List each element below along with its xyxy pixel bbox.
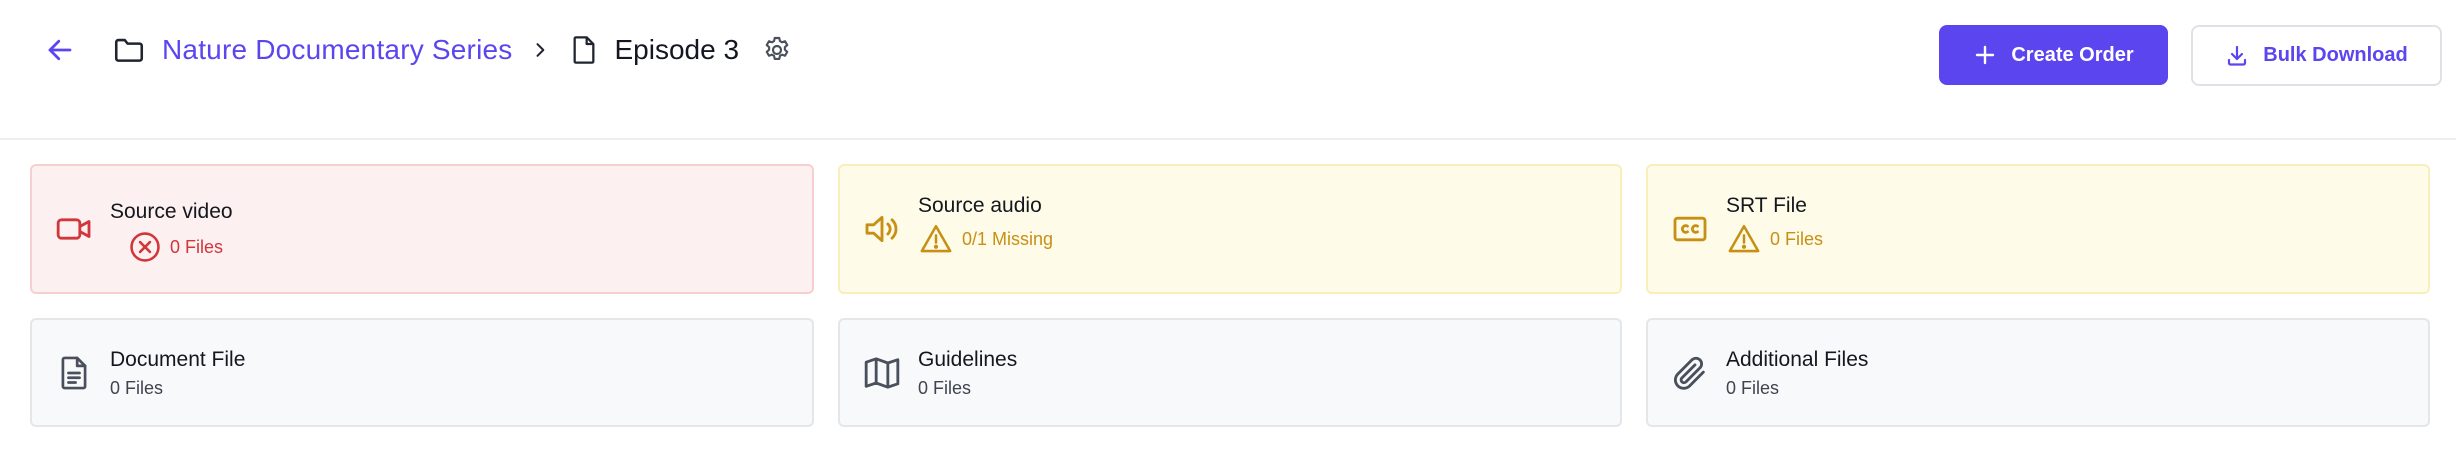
paperclip-icon: [1670, 353, 1710, 393]
download-icon: [2228, 45, 2247, 66]
warning-triangle-icon: [920, 224, 952, 253]
plus-icon: [1976, 45, 1995, 65]
breadcrumb-separator: [530, 40, 550, 60]
arrow-left-icon: [48, 39, 72, 61]
breadcrumb-current-label: Episode 3: [614, 34, 740, 65]
breadcrumb-folder-link[interactable]: Nature Documentary Series: [112, 33, 512, 67]
card-status: 0/1 Missing: [918, 222, 1053, 256]
gear-icon: [765, 36, 789, 60]
card-title: Source video: [110, 200, 233, 223]
card-title: Guidelines: [918, 348, 1018, 371]
card-title: SRT File: [1726, 194, 1807, 217]
document-icon: [54, 353, 94, 393]
card-source-audio[interactable]: Source audio 0/1 Missing: [838, 164, 1622, 294]
warning-triangle-icon: [1728, 224, 1760, 253]
file-icon: [574, 36, 595, 64]
speaker-icon: [862, 209, 902, 249]
card-title: Document File: [110, 348, 246, 371]
breadcrumb: Nature Documentary Series Episode 3: [112, 26, 793, 74]
card-status-label: 0 Files: [170, 236, 224, 257]
card-status: 0 Files: [128, 230, 223, 264]
card-status: 0 Files: [110, 378, 164, 398]
card-document-file[interactable]: Document File 0 Files: [30, 318, 814, 427]
x-circle-icon: [130, 232, 160, 262]
video-camera-icon: [54, 209, 94, 249]
folder-icon: [114, 38, 144, 62]
card-status-label: 0 Files: [1770, 228, 1824, 249]
back-button[interactable]: [40, 30, 80, 70]
card-status: 0 Files: [918, 378, 972, 398]
create-order-label: Create Order: [2011, 43, 2134, 66]
page-header: Nature Documentary Series Episode 3 Crea…: [0, 0, 2456, 140]
map-icon: [862, 353, 902, 393]
breadcrumb-current: Episode 3: [568, 32, 739, 68]
create-order-button[interactable]: Create Order: [1939, 25, 2168, 85]
bulk-download-label: Bulk Download: [2263, 44, 2408, 66]
card-status-label: 0/1 Missing: [962, 228, 1054, 249]
card-title: Additional Files: [1726, 348, 1869, 371]
card-status: 0 Files: [1726, 222, 1823, 256]
card-title: Source audio: [918, 194, 1042, 217]
chevron-right-icon: [536, 43, 545, 57]
card-additional-files[interactable]: Additional Files 0 Files: [1646, 318, 2430, 427]
card-guidelines[interactable]: Guidelines 0 Files: [838, 318, 1622, 427]
breadcrumb-folder-label[interactable]: Nature Documentary Series: [162, 34, 512, 66]
card-status: 0 Files: [1726, 378, 1780, 398]
card-srt-file[interactable]: SRT File 0 Files: [1646, 164, 2430, 294]
closed-captions-icon: [1670, 209, 1710, 249]
settings-button[interactable]: [761, 34, 793, 66]
card-source-video[interactable]: Source video 0 Files: [30, 164, 814, 294]
bulk-download-button[interactable]: Bulk Download: [2191, 25, 2442, 86]
